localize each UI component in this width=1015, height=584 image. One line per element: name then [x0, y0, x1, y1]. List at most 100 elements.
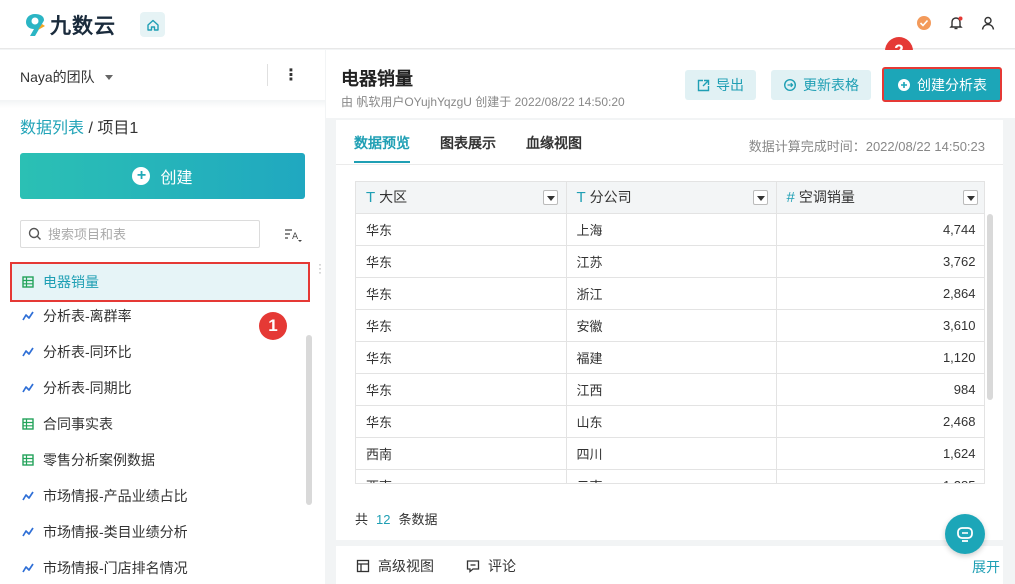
- chat-bubble-icon: [957, 527, 973, 542]
- main-header: 电器销量 由 帆软用户OYujhYqzgU 创建于 2022/08/22 14:…: [326, 50, 1015, 118]
- sidebar-item[interactable]: 市场情报-产品业绩占比: [10, 478, 310, 514]
- sidebar-item[interactable]: 市场情报-类目业绩分析: [10, 514, 310, 550]
- sort-button[interactable]: A: [283, 226, 303, 244]
- sidebar-item[interactable]: 市场情报-门店排名情况: [10, 550, 310, 584]
- sidebar-item[interactable]: 零售分析案例数据: [10, 442, 310, 478]
- table-cell: 江苏: [566, 245, 777, 278]
- chevron-down-icon: [104, 74, 113, 80]
- sidebar-item[interactable]: 分析表-同环比: [10, 334, 310, 370]
- comments-label: 评论: [488, 558, 516, 574]
- column-header-label: 大区: [379, 189, 408, 206]
- team-selector[interactable]: Naya的团队: [20, 67, 113, 87]
- sidebar-item-label: 市场情报-产品业绩占比: [43, 488, 188, 504]
- chart-line-icon: [22, 527, 34, 537]
- column-header[interactable]: T 大区: [356, 182, 567, 214]
- table-cell: 华东: [356, 213, 567, 246]
- sidebar-item-label: 电器销量: [43, 274, 99, 290]
- refresh-table-button[interactable]: 更新表格: [771, 70, 871, 100]
- sidebar-item[interactable]: 电器销量: [10, 262, 310, 302]
- table-cell: 四川: [566, 437, 777, 470]
- row-count-value: 12: [376, 512, 391, 527]
- sidebar-item-label: 市场情报-类目业绩分析: [43, 524, 188, 540]
- column-dropdown-icon[interactable]: [752, 190, 768, 205]
- sidebar-item[interactable]: 分析表-同期比: [10, 370, 310, 406]
- breadcrumb-parent-link[interactable]: 数据列表: [20, 120, 84, 137]
- table-cell: 华东: [356, 277, 567, 310]
- table-cell: 山东: [566, 405, 777, 438]
- notification-bell-icon[interactable]: [947, 14, 965, 32]
- bottom-bar: 高级视图 评论 展开: [336, 546, 1003, 584]
- create-button-label: 创建: [160, 170, 193, 187]
- create-analysis-button[interactable]: 创建分析表: [882, 67, 1002, 102]
- column-header[interactable]: T 分公司: [566, 182, 777, 214]
- expand-link[interactable]: 展开: [972, 557, 1000, 577]
- vip-badge-icon[interactable]: [915, 14, 933, 32]
- divider: [267, 64, 268, 86]
- table-list: 电器销量分析表-离群率 分析表-同环比分析表-同期比合同事实表零售分析案例数据市场…: [10, 262, 310, 584]
- table-icon: [22, 454, 34, 466]
- search-box: [20, 220, 260, 248]
- splitter-handle-icon[interactable]: · · ·: [318, 258, 322, 278]
- sidebar-item-label: 分析表-离群率: [43, 308, 132, 324]
- create-button[interactable]: + 创建: [20, 153, 305, 199]
- export-label: 导出: [716, 77, 744, 93]
- table-cell: 3,610: [776, 309, 984, 342]
- search-icon: [28, 227, 41, 240]
- advanced-view-icon: [356, 559, 370, 573]
- table-meta: 由 帆软用户OYujhYqzgU 创建于 2022/08/22 14:50:20: [341, 95, 625, 109]
- column-header-label: 分公司: [589, 189, 632, 206]
- create-analysis-label: 创建分析表: [917, 76, 987, 93]
- sidebar-item-label: 零售分析案例数据: [43, 452, 155, 468]
- table-cell: 4,744: [776, 213, 984, 246]
- table-cell: 1,285: [776, 469, 984, 483]
- export-button[interactable]: 导出: [685, 70, 756, 100]
- table-header-row: T 大区 T 分公司 # 空调销量: [356, 182, 984, 214]
- comments-button[interactable]: 评论: [466, 556, 516, 576]
- tab[interactable]: 图表展示: [440, 133, 496, 163]
- logo[interactable]: 九数云: [24, 10, 116, 40]
- tab[interactable]: 数据预览: [354, 133, 410, 163]
- export-icon: [697, 79, 710, 91]
- table-row: 华东 江苏 3,762: [356, 245, 984, 278]
- table-scrollbar[interactable]: [987, 214, 993, 400]
- table-row: 华东 山东 2,468: [356, 405, 984, 438]
- page-title: 电器销量: [341, 69, 413, 89]
- table-cell: 福建: [566, 341, 777, 374]
- view-tabs: 数据预览 图表展示 血缘视图: [354, 133, 582, 163]
- tab[interactable]: 血缘视图: [526, 133, 582, 163]
- table-cell: 安徽: [566, 309, 777, 342]
- more-vertical-icon[interactable]: ⋮: [283, 64, 299, 86]
- row-count: 共 12 条数据: [355, 509, 438, 528]
- table-row: 华东 上海 4,744: [356, 213, 984, 246]
- breadcrumb-separator: /: [84, 120, 98, 137]
- table-row: 华东 福建 1,120: [356, 341, 984, 374]
- sidebar-item-label: 分析表-同环比: [43, 344, 132, 360]
- table-row: 华东 江西 984: [356, 373, 984, 406]
- home-button[interactable]: [140, 12, 165, 37]
- sidebar-item[interactable]: 合同事实表: [10, 406, 310, 442]
- table-row: 西南 四川 1,624: [356, 437, 984, 470]
- advanced-view-button[interactable]: 高级视图: [356, 556, 434, 576]
- column-type-icon: T: [576, 189, 586, 207]
- logo-mark-icon: [26, 14, 45, 36]
- table-cell: 上海: [566, 213, 777, 246]
- table-cell: 华东: [356, 309, 567, 342]
- svg-text:A: A: [292, 232, 299, 242]
- table-cell: 2,864: [776, 277, 984, 310]
- table-cell: 3,762: [776, 245, 984, 278]
- sidebar-scrollbar[interactable]: [306, 335, 312, 505]
- search-input[interactable]: [48, 226, 248, 242]
- logo-text: 九数云: [50, 15, 116, 38]
- table-row: 西南云南1,285: [356, 469, 984, 483]
- table-cell: 西南: [356, 469, 567, 483]
- column-dropdown-icon[interactable]: [962, 190, 978, 205]
- table-cell: 华东: [356, 405, 567, 438]
- column-header[interactable]: # 空调销量: [776, 182, 984, 214]
- support-chat-button[interactable]: [945, 514, 985, 554]
- column-dropdown-icon[interactable]: [542, 190, 558, 205]
- table-cell: 2,468: [776, 405, 984, 438]
- comment-icon: [466, 560, 480, 573]
- sidebar-item-label: 合同事实表: [43, 416, 113, 432]
- table-row: 华东 浙江 2,864: [356, 277, 984, 310]
- user-avatar-icon[interactable]: [979, 14, 997, 32]
